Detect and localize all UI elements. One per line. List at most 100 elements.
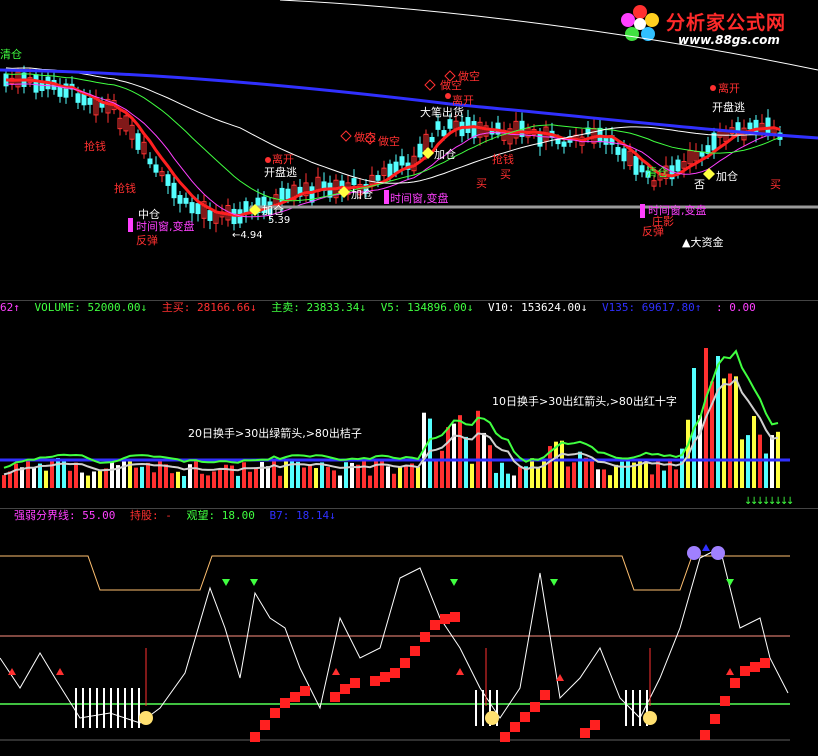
volume-bar	[2, 475, 6, 488]
volume-bar	[314, 468, 318, 488]
volume-bar	[380, 458, 384, 488]
label-fantan-2: 反弹	[642, 225, 664, 238]
candle-body	[675, 159, 681, 172]
volume-bar	[170, 473, 174, 488]
red-step-block	[450, 612, 460, 622]
candle-body	[135, 133, 141, 150]
red-step-block	[300, 686, 310, 696]
volume-bar	[326, 467, 330, 488]
label-da-zijin: ▲大资金	[682, 236, 724, 249]
note-20-day: 20日换手>30出绿箭头,>80出桔子	[188, 427, 362, 440]
candle-body	[195, 203, 201, 215]
volume-bar	[248, 471, 252, 488]
red-step-block	[500, 732, 510, 742]
volume-bar	[68, 470, 72, 488]
candle-body	[375, 175, 381, 181]
red-step-block	[750, 662, 760, 672]
signal-triangle-icon	[550, 579, 558, 586]
volume-bar	[176, 471, 180, 488]
volume-bar	[536, 466, 540, 488]
signal-triangle-icon	[726, 579, 734, 586]
sad-face-icon	[711, 546, 725, 560]
label-jiacang-1: 加仓	[262, 204, 284, 217]
indicator-chart[interactable]	[0, 508, 818, 756]
volume-bar	[614, 464, 618, 488]
volume-bar	[278, 475, 282, 488]
candle-body	[153, 164, 159, 173]
red-step-block	[410, 646, 420, 656]
volume-bar	[626, 459, 630, 488]
volume-bar	[434, 459, 438, 488]
label-li-kai-1: 离开	[272, 153, 294, 166]
green-arrow-icon: ↓	[786, 496, 794, 507]
label-qiangzhuan-1: 抢钱	[84, 140, 106, 153]
volume-bar	[746, 435, 750, 488]
label-mai-3: 买	[770, 178, 781, 191]
volume-bar	[404, 465, 408, 488]
volume-bar	[398, 466, 402, 488]
candle-body	[711, 132, 717, 151]
red-step-block	[290, 692, 300, 702]
label-shijian-chuang-2: 时间窗,变盘	[390, 192, 449, 205]
volume-bar	[92, 471, 96, 488]
red-step-block	[530, 702, 540, 712]
volume-bar	[386, 466, 390, 488]
signal-triangle-icon	[450, 579, 458, 586]
label-qiangzhuan-3: 抢钱	[492, 153, 514, 166]
short-diamond-icon	[340, 130, 352, 142]
label-fantan-1: 反弹	[136, 234, 158, 247]
candle-body	[747, 122, 753, 130]
volume-bar	[560, 440, 564, 488]
volume-bar	[242, 462, 246, 488]
volume-bar	[752, 416, 756, 488]
candlestick-chart[interactable]	[0, 0, 818, 300]
candle-body	[39, 82, 45, 91]
candle-body	[465, 117, 471, 133]
volume-bar	[608, 475, 612, 488]
volume-bar	[662, 470, 666, 488]
volume-bar	[80, 472, 84, 488]
volume-bar	[164, 464, 168, 488]
volume-bar	[494, 472, 498, 488]
volume-bar	[320, 462, 324, 488]
volume-bar	[440, 450, 444, 488]
volume-bar	[392, 473, 396, 488]
volume-bar	[26, 460, 30, 488]
signal-triangle-icon	[250, 579, 258, 586]
label-mai-1: 买	[476, 177, 487, 190]
volume-bar	[734, 376, 738, 488]
candle-body	[351, 178, 357, 186]
volume-bar	[266, 466, 270, 488]
red-step-block	[510, 722, 520, 732]
candle-body	[207, 210, 213, 221]
leave-dot-icon	[710, 85, 716, 91]
volume-bar	[506, 473, 510, 488]
volume-bar	[416, 466, 420, 488]
candle-body	[285, 188, 291, 200]
red-step-block	[580, 728, 590, 738]
time-window-marker	[384, 190, 389, 204]
volume-bar	[464, 436, 468, 488]
signal-triangle-icon	[456, 668, 464, 675]
price-chart-panel[interactable]: 清仓 抢钱 抢钱 中仓 时间窗,变盘 反弹 ←4.94 5.39 开盘逃 离开 …	[0, 0, 818, 300]
label-zuokong-1: 做空	[354, 131, 376, 144]
volume-bar	[578, 451, 582, 488]
volume-bars-chart[interactable]: ↓↓↓↓↓↓↓↓	[0, 300, 818, 508]
short-diamond-icon	[424, 79, 436, 91]
volume-bar	[602, 469, 606, 488]
volume-chart-panel[interactable]: 62↑ VOLUME: 52000.00↓ 主买: 28166.66↓ 主卖: …	[0, 300, 818, 508]
volume-bar	[476, 410, 480, 488]
volume-bar	[572, 462, 576, 488]
volume-bar	[152, 472, 156, 488]
red-step-block	[590, 720, 600, 730]
smiley-icon	[139, 711, 153, 725]
candle-body	[399, 156, 405, 166]
volume-bar	[86, 475, 90, 488]
candle-body	[621, 148, 627, 162]
red-step-block	[760, 658, 770, 668]
candle-body	[165, 174, 171, 186]
red-step-block	[350, 678, 360, 688]
volume-bar	[716, 356, 720, 488]
strength-indicator-panel[interactable]: 强弱分界线: 55.00 持股: - 观望: 18.00 B7: 18.14↓	[0, 508, 818, 756]
red-step-block	[340, 684, 350, 694]
